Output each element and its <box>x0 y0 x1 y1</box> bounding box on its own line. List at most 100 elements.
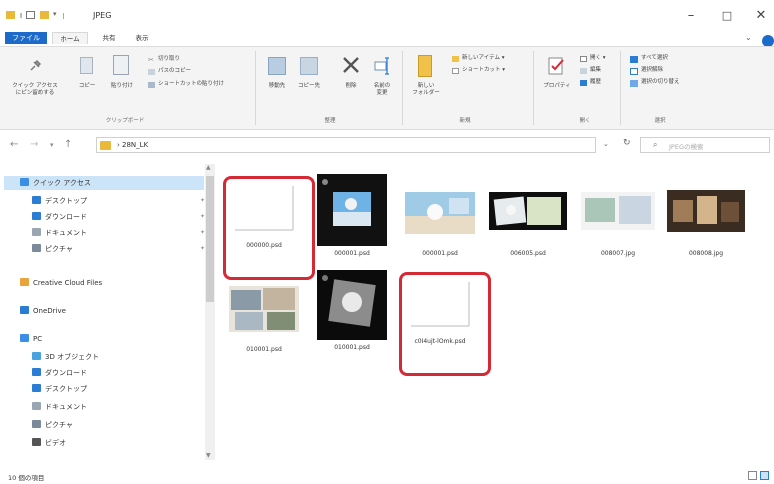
address-bar[interactable]: › 28N_LK <box>96 137 596 153</box>
scroll-down-icon[interactable]: ▼ <box>206 452 211 459</box>
copy-button[interactable]: コピー <box>74 83 100 90</box>
delete-button[interactable]: 削除 <box>336 83 366 90</box>
nav-item[interactable]: ドキュメント <box>32 400 87 414</box>
file-list: 000000.psd 000001.psd 000001.psd 006005.psd… <box>215 164 774 464</box>
organize-group-label: 整理 <box>324 118 336 124</box>
details-view-icon[interactable] <box>748 471 757 480</box>
file-item[interactable]: 000001.psd <box>309 172 395 272</box>
paste-button[interactable]: 貼り付け <box>106 83 138 90</box>
new-folder-icon <box>418 55 432 77</box>
scrollbar-thumb[interactable] <box>206 176 214 302</box>
file-thumbnail <box>581 192 655 230</box>
navigation-pane: クイック アクセス デスクトップ ✦ ダウンロード ✦ ドキュメント ✦ ピクチャ ✦ Creat… <box>0 164 214 464</box>
paste-shortcut-icon <box>148 82 155 88</box>
edit-button[interactable]: 編集 <box>590 67 601 74</box>
nav-item[interactable]: ダウンロード <box>32 210 87 224</box>
3d-objects-icon <box>32 352 41 360</box>
nav-item[interactable]: ピクチャ <box>32 242 73 256</box>
file-item[interactable]: 000001.psd <box>397 172 483 272</box>
tab-home[interactable]: ホーム <box>52 32 88 44</box>
new-item-button[interactable]: 新しいアイテム ▾ <box>462 55 504 62</box>
document-icon <box>32 228 41 236</box>
select-all-button[interactable]: すべて選択 <box>641 55 668 62</box>
easy-access-icon <box>452 68 459 74</box>
search-box[interactable]: ⌕ JPEGの検索 <box>640 137 770 153</box>
nav-item[interactable]: 3D オブジェクト <box>32 350 99 364</box>
new-folder-button[interactable]: 新しい フォルダー <box>408 83 444 97</box>
history-button[interactable]: 履歴 <box>590 79 601 86</box>
nav-item[interactable]: OneDrive <box>20 304 66 318</box>
address-dropdown-icon[interactable]: ⌄ <box>603 140 609 148</box>
open-button[interactable]: 開く ▾ <box>590 55 606 62</box>
new-group-label: 新規 <box>459 118 471 124</box>
file-item[interactable]: 008007.jpg <box>575 172 661 272</box>
back-button[interactable]: ← <box>10 139 18 150</box>
move-to-button[interactable]: 移動先 <box>262 83 292 90</box>
separator <box>20 13 22 18</box>
copy-icon <box>80 57 93 74</box>
large-icons-view-icon[interactable] <box>760 471 769 480</box>
group-separator <box>533 51 534 125</box>
download-icon <box>32 212 41 220</box>
pin-icon <box>28 59 42 73</box>
recent-locations-button[interactable]: ▾ <box>50 141 54 149</box>
nav-item[interactable]: デスクトップ <box>32 382 87 396</box>
copy-to-button[interactable]: コピー先 <box>294 83 324 90</box>
search-icon: ⌕ <box>653 140 658 149</box>
new-folder-quick-icon[interactable] <box>40 11 49 19</box>
scroll-up-icon[interactable]: ▲ <box>206 164 211 171</box>
nav-item[interactable]: PC <box>20 332 42 346</box>
nav-item-label: クイック アクセス <box>33 179 91 187</box>
status-bar: 10 個の項目 <box>0 468 774 484</box>
nav-item[interactable]: ダウンロード <box>32 366 87 380</box>
properties-quick-icon[interactable] <box>26 11 35 19</box>
properties-icon <box>548 56 566 76</box>
nav-item[interactable]: ビデオ <box>32 436 66 450</box>
close-button[interactable]: ✕ <box>751 6 771 26</box>
up-button[interactable]: ↑ <box>64 139 72 150</box>
ribbon-tabs: ファイル ホーム 共有 表示 <box>0 30 774 46</box>
pc-icon <box>20 334 29 342</box>
easy-access-button[interactable]: ショートカット ▾ <box>462 67 505 74</box>
properties-button[interactable]: プロパティ <box>538 83 576 90</box>
minimize-button[interactable]: – <box>681 6 701 26</box>
rename-button[interactable]: 名前の 変更 <box>366 83 398 97</box>
pin-quick-access-button[interactable]: クイック アクセス にピン留めする <box>6 83 64 97</box>
file-item[interactable]: 010001.psd <box>309 268 395 368</box>
file-item[interactable]: 008008.jpg <box>663 172 749 272</box>
nav-scrollbar[interactable]: ▲ ▼ <box>205 164 215 460</box>
cut-button[interactable]: 切り取り <box>158 56 180 63</box>
nav-item[interactable]: デスクトップ <box>32 194 87 208</box>
nav-item-label: Creative Cloud Files <box>33 279 103 287</box>
maximize-button[interactable]: □ <box>717 6 737 26</box>
nav-item[interactable]: Creative Cloud Files <box>20 276 102 290</box>
forward-button[interactable]: → <box>30 139 38 150</box>
nav-item[interactable]: クイック アクセス <box>4 176 204 190</box>
tab-view[interactable]: 表示 <box>128 32 156 44</box>
nav-item-label: ダウンロード <box>45 369 87 377</box>
invert-selection-button[interactable]: 選択の切り替え <box>641 79 680 86</box>
nav-item[interactable]: ピクチャ <box>32 418 73 432</box>
tab-share[interactable]: 共有 <box>95 32 123 44</box>
copy-to-icon <box>300 57 318 75</box>
customize-quick-access-icon[interactable]: ▾ <box>53 10 60 18</box>
refresh-icon[interactable]: ↻ <box>623 138 631 148</box>
collapse-ribbon-icon[interactable]: ⌄ <box>745 33 752 42</box>
address-path[interactable]: › 28N_LK <box>117 141 148 149</box>
nav-item[interactable]: ドキュメント <box>32 226 87 240</box>
file-name: 000001.psd <box>422 250 458 257</box>
pictures-icon <box>32 244 41 252</box>
separator <box>63 13 64 19</box>
nav-item-label: デスクトップ <box>45 385 87 393</box>
paste-shortcut-button[interactable]: ショートカットの貼り付け <box>158 81 224 88</box>
copy-path-button[interactable]: パスのコピー <box>158 68 191 75</box>
file-item[interactable]: 006005.psd <box>485 172 571 272</box>
select-none-button[interactable]: 選択解除 <box>641 67 663 74</box>
select-group-label: 選択 <box>654 118 666 124</box>
tab-file[interactable]: ファイル <box>5 32 47 44</box>
creative-cloud-icon <box>20 278 29 286</box>
search-input[interactable]: JPEGの検索 <box>669 141 703 151</box>
file-thumbnail <box>229 286 299 332</box>
window-title: JPEG <box>93 11 112 20</box>
file-item[interactable]: 010001.psd <box>221 268 307 368</box>
